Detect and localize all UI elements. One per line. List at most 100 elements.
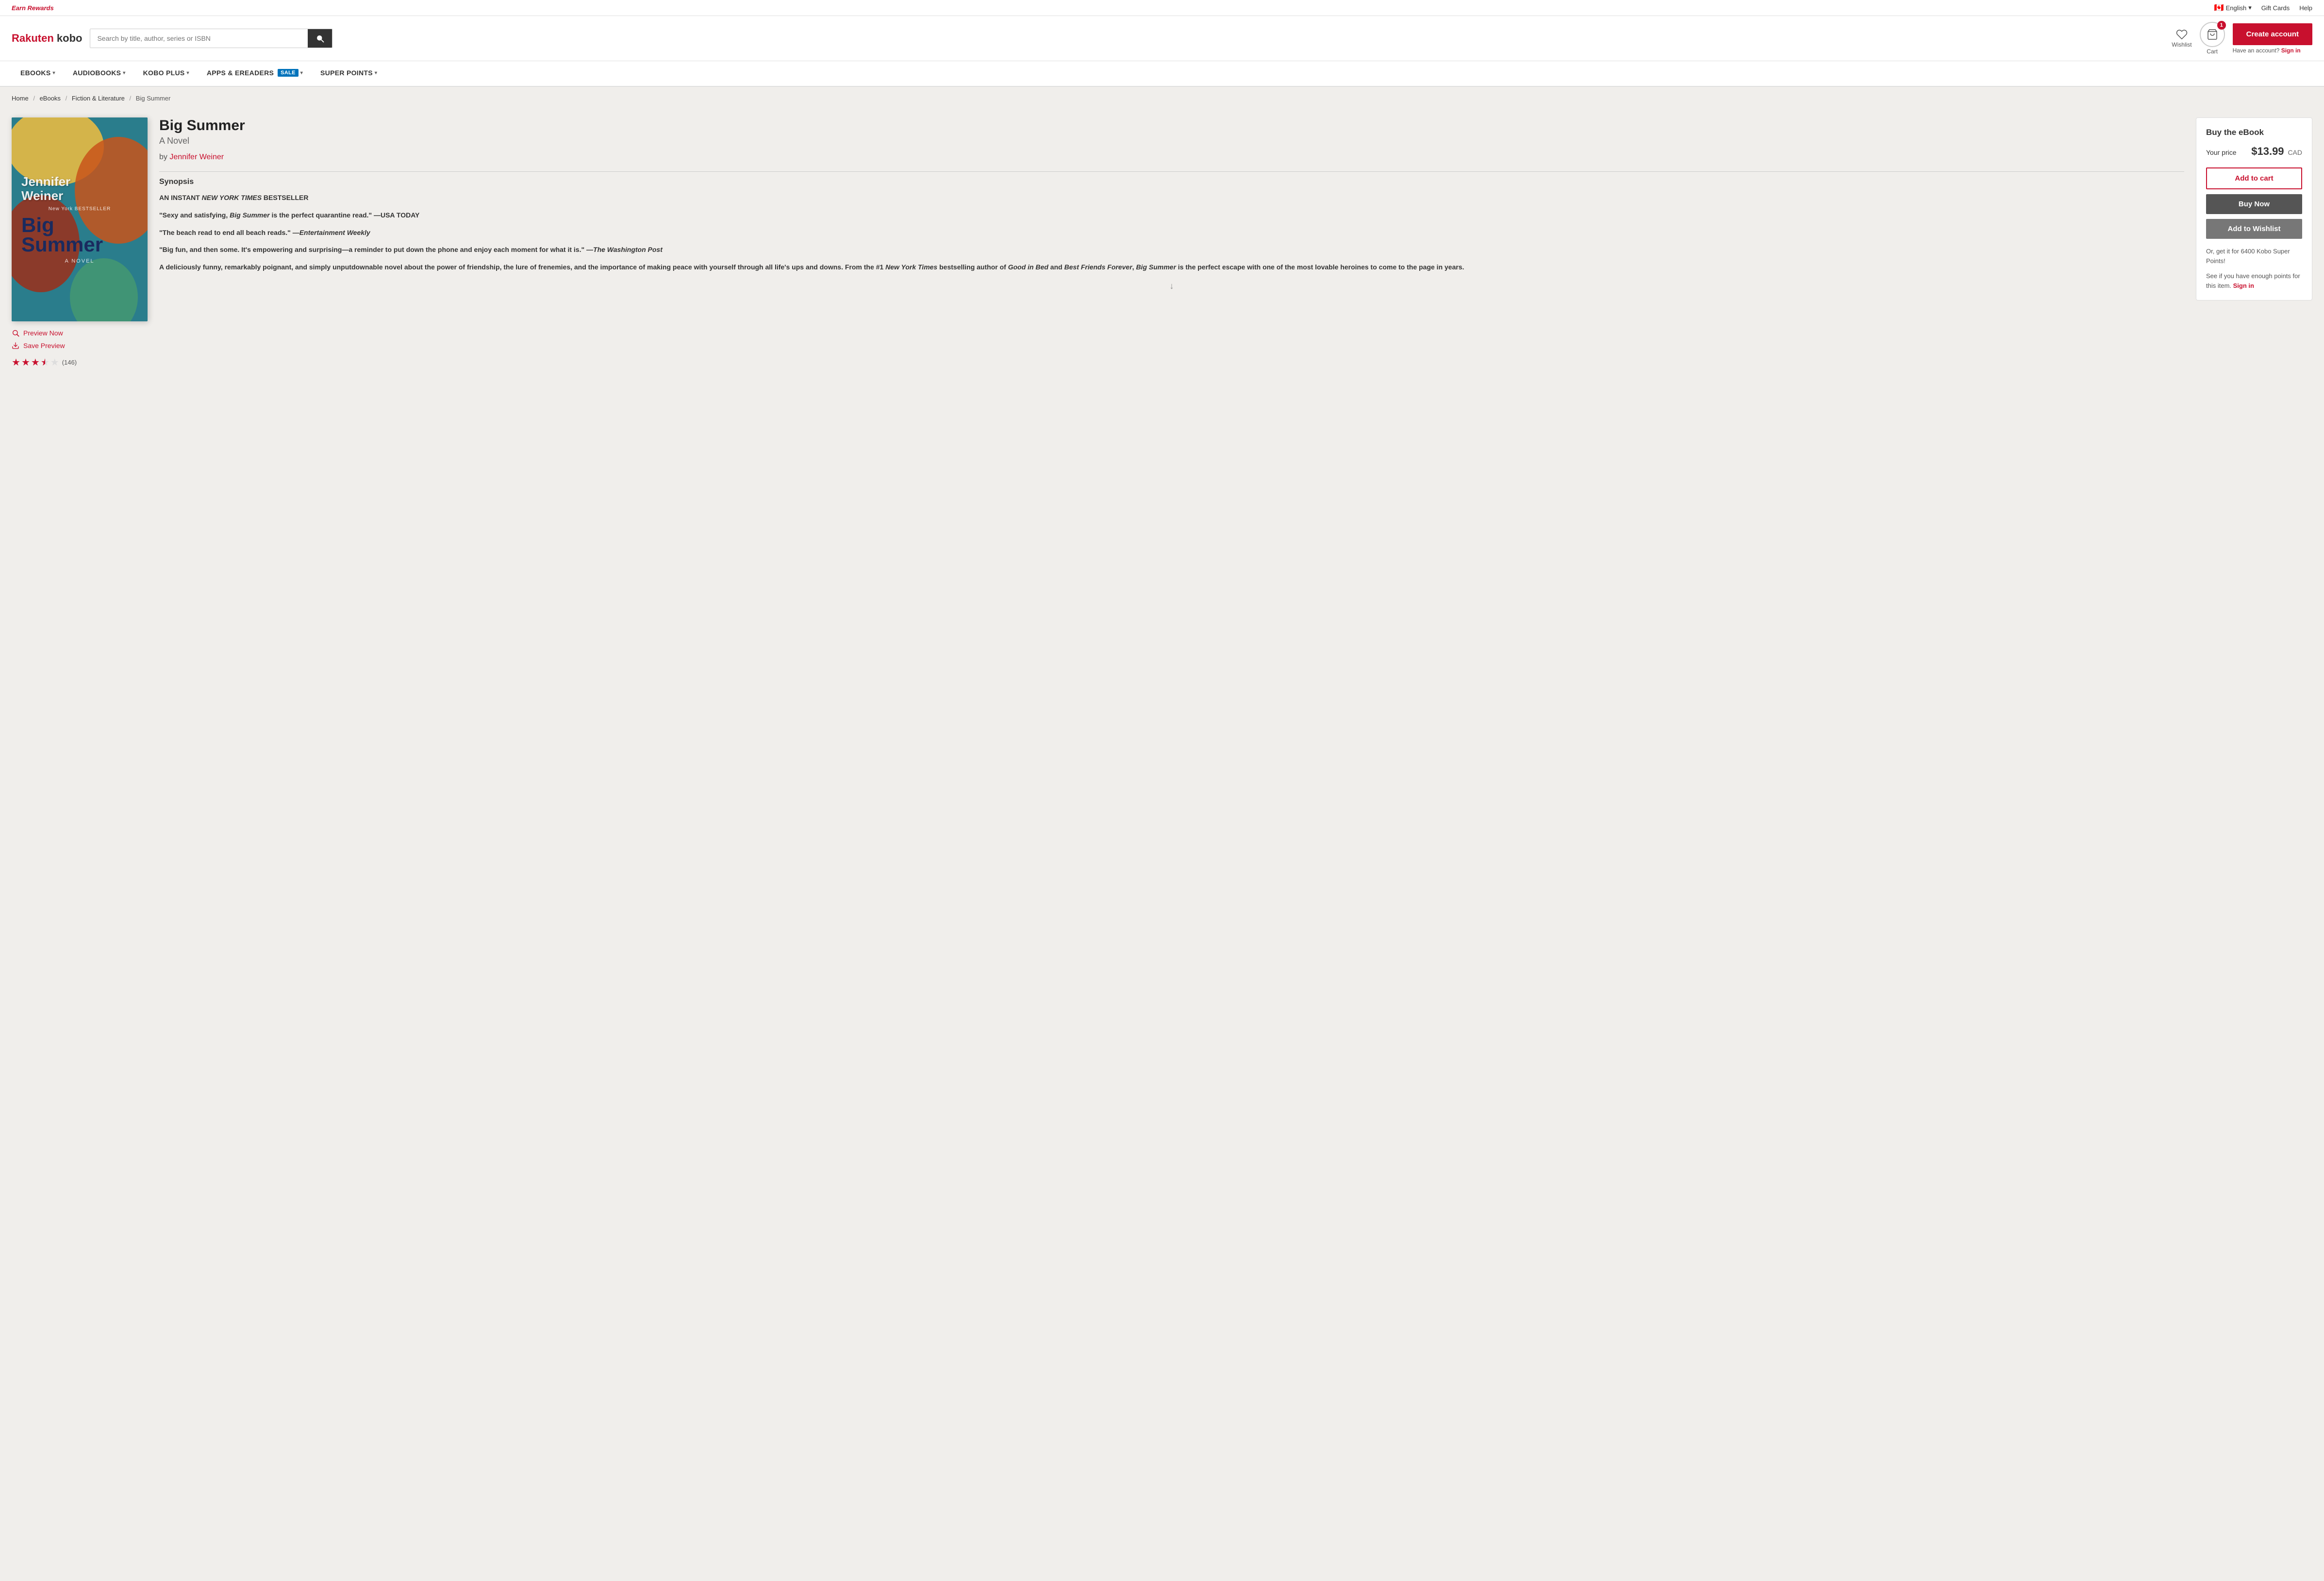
breadcrumb-home[interactable]: Home bbox=[12, 95, 29, 102]
kobo-points-text: Or, get it for 6400 Kobo Super Points! bbox=[2206, 247, 2302, 266]
cart-label: Cart bbox=[2207, 48, 2218, 55]
star-2: ★ bbox=[21, 356, 30, 368]
cover-text: JenniferWeiner New York BESTSELLER BigSu… bbox=[12, 117, 148, 321]
logo[interactable]: Rakuten kobo bbox=[12, 32, 82, 45]
author-link[interactable]: Jennifer Weiner bbox=[169, 153, 224, 161]
nav-super-points-label: SUPER POINTS bbox=[320, 69, 373, 77]
language-label: English bbox=[2226, 4, 2247, 12]
sign-in-points: See if you have enough points for this i… bbox=[2206, 271, 2302, 290]
add-to-wishlist-button[interactable]: Add to Wishlist bbox=[2206, 219, 2302, 239]
price-currency: CAD bbox=[2288, 149, 2302, 156]
synopsis-quote3: "Big fun, and then some. It's empowering… bbox=[159, 244, 2184, 256]
sale-badge: SALE bbox=[278, 69, 299, 77]
book-info: Big Summer A Novel by Jennifer Weiner Sy… bbox=[159, 117, 2184, 368]
search-input[interactable] bbox=[90, 29, 308, 48]
search-icon bbox=[315, 34, 324, 43]
chevron-down-icon: ▾ bbox=[52, 70, 55, 76]
nav-audiobooks[interactable]: AUDIOBOOKS ▾ bbox=[64, 61, 134, 86]
synopsis-quote1: "Sexy and satisfying, Big Summer is the … bbox=[159, 210, 2184, 221]
main-nav: eBOOKS ▾ AUDIOBOOKS ▾ KOBO PLUS ▾ APPS &… bbox=[0, 61, 2324, 87]
stars: ★ ★ ★ ★ ★ bbox=[12, 356, 59, 368]
breadcrumb-fiction[interactable]: Fiction & Literature bbox=[72, 95, 125, 102]
synopsis-line1: AN INSTANT NEW YORK TIMES BESTSELLER bbox=[159, 192, 2184, 204]
chevron-down-icon: ▾ bbox=[2248, 4, 2252, 12]
author-prefix: by bbox=[159, 153, 167, 161]
nav-apps-ereaders[interactable]: APPS & eREADERS SALE ▾ bbox=[198, 61, 312, 86]
left-column: JenniferWeiner New York BESTSELLER BigSu… bbox=[12, 117, 148, 368]
sign-in-link[interactable]: Sign in bbox=[2281, 47, 2301, 54]
chevron-down-icon: ▾ bbox=[187, 70, 189, 76]
nav-kobo-plus[interactable]: KOBO PLUS ▾ bbox=[134, 61, 198, 86]
nav-ebooks[interactable]: eBOOKS ▾ bbox=[12, 61, 64, 86]
preview-now-label: Preview Now bbox=[23, 329, 63, 337]
language-selector[interactable]: 🇨🇦 English ▾ bbox=[2214, 3, 2252, 13]
cover-art: JenniferWeiner New York BESTSELLER BigSu… bbox=[12, 117, 148, 321]
breadcrumb-sep: / bbox=[130, 95, 132, 102]
star-half: ★ bbox=[41, 356, 50, 368]
top-bar: Earn Rewards 🇨🇦 English ▾ Gift Cards Hel… bbox=[0, 0, 2324, 16]
header-actions: Create account Have an account? Sign in bbox=[2233, 23, 2312, 54]
chevron-down-icon: ▾ bbox=[300, 70, 303, 76]
cover-nyt: New York BESTSELLER bbox=[21, 206, 138, 212]
create-account-button[interactable]: Create account bbox=[2233, 23, 2312, 45]
cart-button[interactable]: 1 Cart bbox=[2200, 22, 2225, 55]
chevron-down-icon: ▾ bbox=[123, 70, 125, 76]
breadcrumb-sep: / bbox=[66, 95, 67, 102]
book-cover: JenniferWeiner New York BESTSELLER BigSu… bbox=[12, 117, 148, 321]
breadcrumb: Home / eBooks / Fiction & Literature / B… bbox=[0, 87, 2324, 110]
canada-flag-icon: 🇨🇦 bbox=[2214, 3, 2224, 13]
book-subtitle: A Novel bbox=[159, 136, 2184, 146]
logo-text: Rakuten kobo bbox=[12, 32, 82, 45]
cover-author: JenniferWeiner bbox=[21, 175, 138, 202]
header-right: Wishlist 1 Cart Create account Have an a… bbox=[2172, 22, 2312, 55]
save-preview-label: Save Preview bbox=[23, 342, 65, 349]
buy-now-button[interactable]: Buy Now bbox=[2206, 194, 2302, 214]
nav-super-points[interactable]: SUPER POINTS ▾ bbox=[312, 61, 386, 86]
buy-box: Buy the eBook Your price $13.99 CAD Add … bbox=[2196, 117, 2312, 300]
star-3: ★ bbox=[31, 356, 40, 368]
price-value: $13.99 bbox=[2251, 145, 2284, 157]
main-content: JenniferWeiner New York BESTSELLER BigSu… bbox=[0, 110, 2324, 388]
breadcrumb-current: Big Summer bbox=[136, 95, 171, 102]
nav-kobo-plus-label: KOBO PLUS bbox=[143, 69, 185, 77]
wishlist-label: Wishlist bbox=[2172, 41, 2191, 48]
price-value-group: $13.99 CAD bbox=[2251, 145, 2302, 158]
price-label: Your price bbox=[2206, 149, 2237, 156]
add-to-cart-button[interactable]: Add to cart bbox=[2206, 167, 2302, 189]
wishlist-button[interactable]: Wishlist bbox=[2172, 29, 2191, 48]
save-preview-button[interactable]: Save Preview bbox=[12, 342, 148, 349]
cover-novel: A NOVEL bbox=[21, 258, 138, 264]
sign-in-points-link[interactable]: Sign in bbox=[2233, 282, 2254, 289]
gift-cards-link[interactable]: Gift Cards bbox=[2261, 4, 2290, 12]
scroll-down-indicator: ↓ bbox=[159, 281, 2184, 291]
cart-icon bbox=[2207, 29, 2218, 40]
breadcrumb-ebooks[interactable]: eBooks bbox=[40, 95, 61, 102]
chevron-down-icon: ▾ bbox=[375, 70, 377, 76]
search-button[interactable] bbox=[308, 29, 332, 48]
nav-apps-label: APPS & eREADERS bbox=[207, 69, 274, 77]
synopsis-heading: Synopsis bbox=[159, 178, 2184, 186]
right-column: Buy the eBook Your price $13.99 CAD Add … bbox=[2196, 117, 2312, 368]
rating-row: ★ ★ ★ ★ ★ (146) bbox=[12, 356, 148, 368]
buy-title: Buy the eBook bbox=[2206, 128, 2302, 137]
rating-count: (146) bbox=[62, 359, 77, 366]
download-icon bbox=[12, 342, 19, 349]
preview-now-button[interactable]: Preview Now bbox=[12, 329, 148, 337]
cart-circle: 1 bbox=[2200, 22, 2225, 47]
have-account-text: Have an account? bbox=[2233, 47, 2280, 54]
help-link[interactable]: Help bbox=[2299, 4, 2312, 12]
divider bbox=[159, 171, 2184, 172]
star-1: ★ bbox=[12, 356, 20, 368]
nav-audiobooks-label: AUDIOBOOKS bbox=[73, 69, 121, 77]
book-title: Big Summer bbox=[159, 117, 2184, 134]
top-bar-right: 🇨🇦 English ▾ Gift Cards Help bbox=[2214, 3, 2312, 13]
breadcrumb-sep: / bbox=[33, 95, 35, 102]
price-row: Your price $13.99 CAD bbox=[2206, 145, 2302, 158]
search-preview-icon bbox=[12, 329, 19, 337]
star-5: ★ bbox=[50, 356, 59, 368]
synopsis-quote2: "The beach read to end all beach reads."… bbox=[159, 227, 2184, 239]
cart-badge: 1 bbox=[2217, 21, 2226, 30]
search-bar bbox=[90, 29, 332, 48]
earn-rewards: Earn Rewards bbox=[12, 4, 54, 12]
logo-rakuten: Rakuten bbox=[12, 32, 54, 44]
